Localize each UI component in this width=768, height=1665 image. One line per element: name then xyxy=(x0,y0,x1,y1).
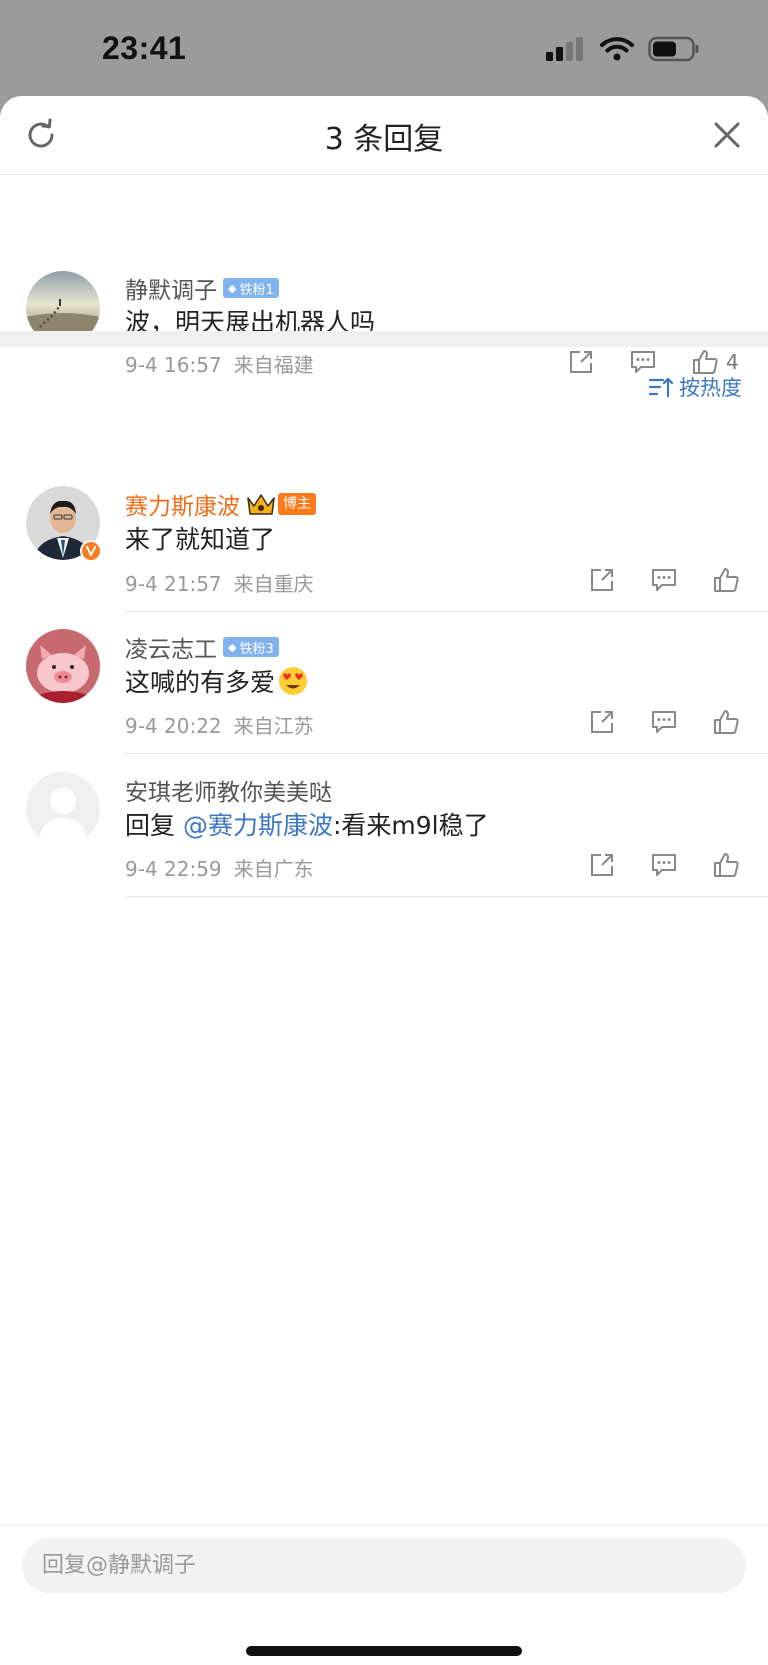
input-divider xyxy=(0,1524,768,1525)
replies-sheet: 3 条回复 静默调子 ◆ 铁粉1 波，明天展出机器人吗 9-4 16:57 来自… xyxy=(0,96,768,1665)
close-icon[interactable] xyxy=(712,120,742,150)
badge-label: 铁粉1 xyxy=(239,282,274,298)
comment-meta: 9-4 20:22 来自江苏 xyxy=(125,710,314,739)
username[interactable]: 凌云志工 xyxy=(125,630,217,664)
divider xyxy=(124,896,768,897)
wifi-icon xyxy=(600,37,634,61)
diamond-icon: ◆ xyxy=(228,281,237,295)
comment-text: 这喊的有多爱 xyxy=(125,663,308,699)
comment-actions xyxy=(587,565,741,595)
comment-location: 来自福建 xyxy=(233,353,314,377)
comment-icon[interactable] xyxy=(649,707,679,737)
comment-date: 9-4 20:22 xyxy=(125,714,222,738)
reply-input[interactable]: 回复@静默调子 xyxy=(22,1538,746,1593)
like-icon[interactable] xyxy=(711,707,741,737)
status-icons xyxy=(546,36,700,62)
battery-icon xyxy=(648,36,699,62)
comment-author: 静默调子 ◆ 铁粉1 xyxy=(125,271,279,305)
comment-text: 回复 @赛力斯康波:看来m9l稳了 xyxy=(125,806,489,842)
comment-text: 来了就知道了 xyxy=(125,525,276,554)
comment-location: 来自重庆 xyxy=(233,572,314,596)
comment-location: 来自江苏 xyxy=(233,714,314,738)
sort-label: 按热度 xyxy=(679,376,742,400)
share-icon[interactable] xyxy=(587,707,617,737)
share-icon[interactable] xyxy=(566,347,596,377)
comment-text-body: :看来m9l稳了 xyxy=(332,811,489,840)
fan-badge: ◆ 铁粉3 xyxy=(223,637,279,657)
comment-actions xyxy=(587,850,741,880)
avatar[interactable] xyxy=(26,629,100,703)
divider xyxy=(124,611,768,612)
comment-author: 凌云志工 ◆ 铁粉3 xyxy=(125,630,279,664)
sheet-title: 3 条回复 xyxy=(324,122,444,157)
comment-text-body: 这喊的有多爱 xyxy=(125,668,276,697)
username[interactable]: 静默调子 xyxy=(125,271,217,305)
comment-meta: 9-4 22:59 来自广东 xyxy=(125,853,314,882)
comment-date: 9-4 22:59 xyxy=(125,857,222,881)
username[interactable]: 赛力斯康波 xyxy=(125,487,240,521)
status-time: 23:41 xyxy=(102,30,187,66)
badge-label: 铁粉3 xyxy=(239,641,274,657)
share-icon[interactable] xyxy=(587,565,617,595)
like-icon[interactable] xyxy=(711,850,741,880)
section-separator xyxy=(0,331,768,347)
comment-date: 9-4 21:57 xyxy=(125,572,222,596)
comment-meta: 9-4 21:57 来自重庆 xyxy=(125,568,314,597)
sort-by-hot-button[interactable]: 按热度 xyxy=(649,372,742,402)
verified-icon xyxy=(80,540,102,562)
crown-icon xyxy=(247,494,275,515)
sort-icon xyxy=(649,377,673,398)
comment-author: 安琪老师教你美美哒 xyxy=(125,773,332,807)
avatar[interactable] xyxy=(26,486,102,562)
cellular-signal-icon xyxy=(546,37,583,61)
share-icon[interactable] xyxy=(587,850,617,880)
reply-prefix: 回复 xyxy=(125,811,183,840)
like-icon[interactable] xyxy=(711,565,741,595)
username[interactable]: 安琪老师教你美美哒 xyxy=(125,773,332,807)
comment-author: 赛力斯康波 博主 xyxy=(125,487,316,521)
comment-icon[interactable] xyxy=(649,565,679,595)
sheet-header: 3 条回复 xyxy=(0,96,768,175)
diamond-icon: ◆ xyxy=(228,640,237,654)
mention-link[interactable]: @赛力斯康波 xyxy=(183,811,333,840)
comment-date: 9-4 16:57 xyxy=(125,353,222,377)
comment-icon[interactable] xyxy=(649,850,679,880)
fan-badge: ◆ 铁粉1 xyxy=(223,278,279,298)
comment-location: 来自广东 xyxy=(233,857,314,881)
divider xyxy=(124,753,768,754)
blogger-badge: 博主 xyxy=(278,493,316,515)
heart-eyes-emoji-icon xyxy=(279,667,308,695)
default-avatar[interactable] xyxy=(26,772,100,846)
status-bar: 23:41 xyxy=(0,0,768,96)
home-indicator[interactable] xyxy=(246,1646,522,1656)
comment-meta: 9-4 16:57 来自福建 xyxy=(125,349,314,378)
like-count: 4 xyxy=(726,350,739,374)
comment-actions xyxy=(587,707,741,737)
